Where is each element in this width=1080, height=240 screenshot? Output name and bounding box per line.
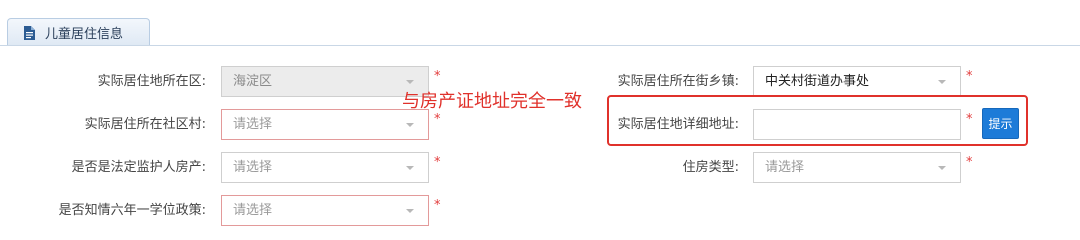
chevron-down-icon <box>406 166 414 170</box>
housing-type-placeholder: 请选择 <box>765 160 805 175</box>
required-mark: * <box>966 69 973 84</box>
hint-button[interactable]: 提示 <box>982 108 1019 139</box>
housing-type-label: 住房类型: <box>682 160 739 175</box>
policy-aware-select[interactable]: 请选择 <box>221 195 429 226</box>
required-mark: * <box>966 112 973 127</box>
community-placeholder: 请选择 <box>233 117 273 132</box>
required-mark: * <box>966 155 973 170</box>
child-residence-form: 儿童居住信息 实际居住地所在区: 海淀区 * 实际居住所在街乡镇: 中关村街道办… <box>0 0 1080 240</box>
required-mark: * <box>434 155 441 170</box>
detail-address-input[interactable] <box>753 109 961 140</box>
tab-strip: 儿童居住信息 <box>0 0 1080 46</box>
guardian-property-select[interactable]: 请选择 <box>221 152 429 183</box>
required-mark: * <box>434 69 441 84</box>
chevron-down-icon <box>406 80 414 84</box>
community-label: 实际居住所在社区村: <box>84 117 206 132</box>
tab-label: 儿童居住信息 <box>45 26 124 42</box>
district-value: 海淀区 <box>233 74 273 89</box>
annotation-text: 与房产证地址完全一致 <box>402 91 582 112</box>
housing-type-select[interactable]: 请选择 <box>753 152 961 183</box>
document-icon <box>24 25 35 40</box>
required-mark: * <box>434 198 441 213</box>
chevron-down-icon <box>406 123 414 127</box>
guardian-property-placeholder: 请选择 <box>233 160 273 175</box>
detail-address-label: 实际居住地详细地址: <box>617 117 739 132</box>
chevron-down-icon <box>938 166 946 170</box>
policy-aware-placeholder: 请选择 <box>233 203 273 218</box>
required-mark: * <box>434 112 441 127</box>
policy-aware-label: 是否知情六年一学位政策: <box>58 203 206 218</box>
community-select[interactable]: 请选择 <box>221 109 429 140</box>
chevron-down-icon <box>938 80 946 84</box>
street-value: 中关村街道办事处 <box>765 74 870 89</box>
street-select[interactable]: 中关村街道办事处 <box>753 66 961 97</box>
tab-child-residence-info[interactable]: 儿童居住信息 <box>7 18 150 45</box>
district-label: 实际居住地所在区: <box>97 74 206 89</box>
district-select[interactable]: 海淀区 <box>221 66 429 97</box>
guardian-property-label: 是否是法定监护人房产: <box>71 160 206 175</box>
street-label: 实际居住所在街乡镇: <box>617 74 739 89</box>
chevron-down-icon <box>406 209 414 213</box>
